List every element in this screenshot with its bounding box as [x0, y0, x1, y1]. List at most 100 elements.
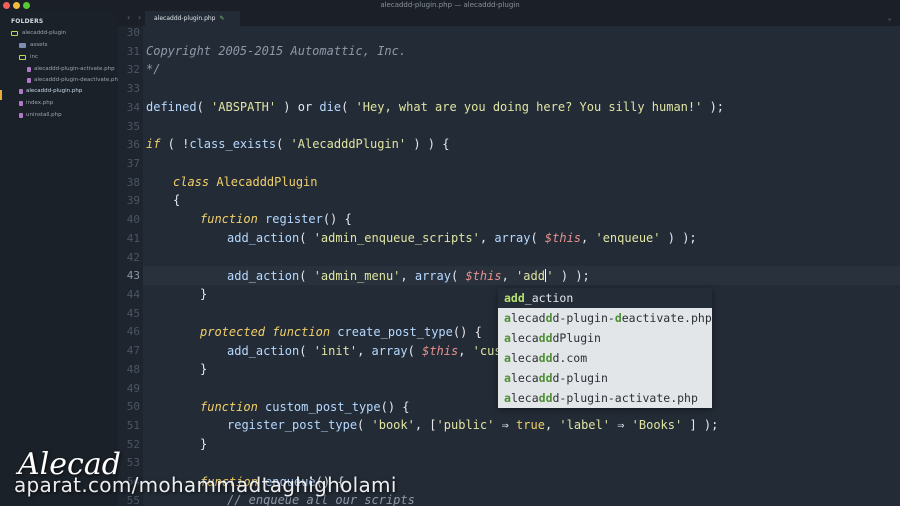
code-token: ' [546, 269, 554, 283]
code-token: { [173, 193, 181, 207]
code-token: $this [465, 269, 502, 283]
code-token: true [516, 418, 545, 432]
autocomplete-item[interactable]: alecaddd-plugin-deactivate.php [498, 308, 712, 328]
autocomplete-item[interactable]: alecadddPlugin [498, 328, 712, 348]
match-highlight: dd [538, 371, 553, 385]
code-line: defined( 'ABSPATH' ) or die( 'Hey, what … [146, 100, 724, 114]
tab-back-icon[interactable]: ‹ [127, 13, 130, 22]
line-number: 30 [126, 26, 140, 39]
code-token: array [414, 269, 451, 283]
code-token: ( [299, 231, 314, 245]
code-line: function custom_post_type() { [200, 400, 410, 414]
code-token: , [357, 344, 372, 358]
code-token: , [501, 269, 517, 283]
match-highlight: a [504, 311, 511, 325]
line-number: 36 [126, 138, 140, 151]
code-token: 'admin_enqueue_scripts' [313, 231, 480, 245]
line-number-gutter: 30 31 32 33 34 35 36 37 38 39 40 41 42 4… [118, 26, 143, 506]
code-line: if ( !class_exists( 'AlecadddPlugin' ) )… [146, 137, 449, 151]
comment-text: */ [146, 62, 161, 76]
code-token: () { [452, 325, 482, 339]
code-token: array [371, 344, 408, 358]
tree-file-plugin-main[interactable]: alecaddd-plugin.php [19, 86, 82, 96]
code-token: custom_post_type [257, 400, 381, 414]
line-number: 38 [126, 176, 140, 189]
tree-file-uninstall[interactable]: uninstall.php [19, 110, 62, 120]
tab-alecaddd-plugin[interactable]: alecaddd-plugin.php ✎ [145, 11, 240, 26]
code-token: ( [299, 269, 314, 283]
line-number: 46 [126, 325, 140, 338]
code-token: ) or [276, 100, 320, 114]
line-number: 32 [126, 63, 140, 76]
code-token: ( ! [160, 137, 190, 151]
code-token: 'admin_menu' [313, 269, 401, 283]
autocomplete-item[interactable]: alecaddd-plugin-activate.php [498, 388, 712, 408]
code-token: 'Hey, what are you doing here? You silly… [355, 100, 703, 114]
code-token: ( [196, 100, 212, 114]
code-token: create_post_type [330, 325, 453, 339]
code-token: , [458, 344, 473, 358]
code-line: Copyright 2005-2015 Automattic, Inc. [146, 44, 406, 58]
line-number: 47 [126, 344, 140, 357]
code-token: array [494, 231, 531, 245]
code-token: ( [530, 231, 545, 245]
match-highlight: a [504, 351, 511, 365]
item-text: leca [510, 391, 539, 405]
tree-file-plugin-deactivate[interactable]: alecaddd-plugin-deactivate.php [27, 75, 121, 85]
tree-folder-alecaddd-plugin[interactable]: alecaddd-plugin [11, 28, 66, 38]
code-token: add_action [227, 269, 300, 283]
tree-item-label: uninstall.php [26, 112, 62, 118]
code-token: 'ABSPATH' [211, 100, 277, 114]
line-number: 39 [126, 194, 140, 207]
code-token: 'add [516, 269, 545, 283]
code-editor[interactable]: 30 31 32 33 34 35 36 37 38 39 40 41 42 4… [118, 26, 900, 506]
code-line: protected function create_post_type() { [200, 325, 482, 339]
tree-item-label: alecaddd-plugin.php [26, 88, 83, 94]
code-token: ⇒ [494, 418, 517, 432]
code-token: function [265, 325, 331, 339]
tree-item-label: alecaddd-plugin-activate.php [34, 66, 115, 72]
autocomplete-item[interactable]: alecaddd.com [498, 348, 712, 368]
code-token: 'AlecadddPlugin' [290, 137, 407, 151]
line-number: 48 [126, 363, 140, 376]
code-token: } [200, 287, 208, 301]
code-token: ] ); [682, 418, 719, 432]
php-file-icon [19, 88, 23, 94]
code-token: ) ) { [406, 137, 450, 151]
tab-forward-icon[interactable]: › [138, 13, 141, 22]
code-token: AlecadddPlugin [209, 175, 318, 189]
line-number: 37 [126, 157, 140, 170]
code-line: add_action( 'init', array( $this, 'custo [227, 344, 516, 358]
code-token: ⇒ [609, 418, 632, 432]
code-token: ( [299, 344, 314, 358]
match-highlight: add [504, 291, 525, 305]
match-highlight: d [545, 311, 553, 325]
line-number: 50 [126, 400, 140, 413]
code-line: } [200, 362, 207, 376]
tree-folder-inc[interactable]: inc [19, 52, 38, 62]
code-token: () { [322, 212, 352, 226]
code-token: 'public' [436, 418, 495, 432]
tree-folder-assets[interactable]: assets [19, 40, 48, 50]
match-highlight: dd [538, 331, 553, 345]
code-token: class [173, 175, 210, 189]
folder-open-icon [19, 54, 26, 60]
tree-file-index[interactable]: index.php [19, 98, 53, 108]
code-line: class AlecadddPlugin [173, 175, 318, 189]
line-number: 31 [126, 45, 140, 58]
autocomplete-item[interactable]: add_action [498, 288, 712, 308]
tree-file-plugin-activate[interactable]: alecaddd-plugin-activate.php [27, 64, 115, 74]
code-token: } [200, 362, 208, 376]
line-number: 40 [126, 213, 140, 226]
line-number: 51 [126, 419, 140, 432]
item-text: d.com [552, 351, 588, 365]
code-token: function [200, 400, 258, 414]
autocomplete-popup[interactable]: add_action alecaddd-plugin-deactivate.ph… [498, 288, 712, 408]
code-token: $this [544, 231, 582, 245]
autocomplete-item[interactable]: alecaddd-plugin [498, 368, 712, 388]
code-token: ( [407, 344, 423, 358]
tab-menu-icon[interactable]: ⌄ [887, 13, 892, 22]
match-highlight: a [504, 331, 511, 345]
code-line-current: add_action( 'admin_menu', array( $this, … [227, 269, 590, 283]
match-highlight: dd [538, 351, 553, 365]
